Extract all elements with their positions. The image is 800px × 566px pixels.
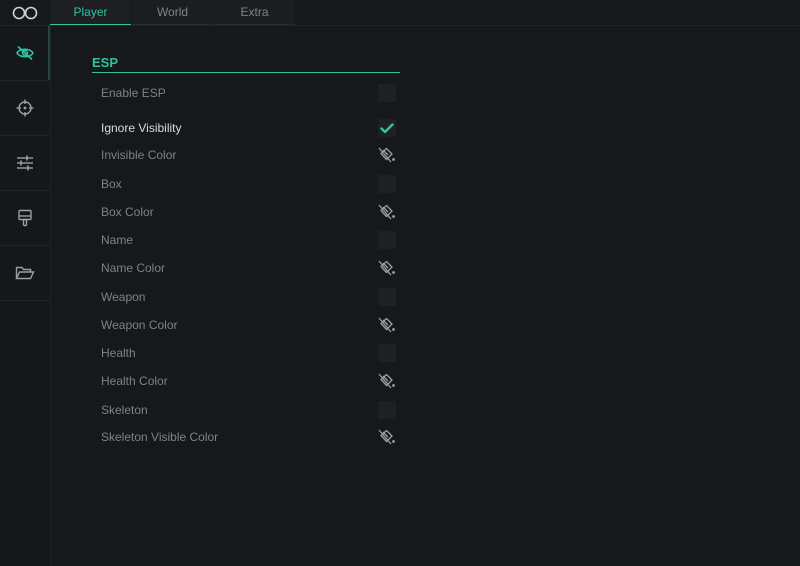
app-window: Player World Extra ESP Enable ESP Ignore… xyxy=(0,0,800,566)
setting-label: Health xyxy=(101,346,136,360)
setting-row-enable-esp: Enable ESP xyxy=(101,82,396,104)
weapon-color-picker[interactable] xyxy=(377,315,397,335)
setting-row-name: Name xyxy=(101,229,396,251)
enable-esp-checkbox[interactable] xyxy=(378,84,396,102)
tab-bar: Player World Extra xyxy=(50,0,296,25)
health-checkbox[interactable] xyxy=(378,344,396,362)
setting-row-invisible-color: Invisible Color xyxy=(101,144,396,166)
name-checkbox[interactable] xyxy=(378,231,396,249)
tab-extra[interactable]: Extra xyxy=(214,0,295,25)
paint-bucket-off-icon xyxy=(378,147,395,163)
setting-label: Ignore Visibility xyxy=(101,121,182,135)
setting-label: Name xyxy=(101,233,134,247)
paint-brush-icon xyxy=(17,209,32,227)
eye-off-icon xyxy=(15,45,34,61)
setting-row-name-color: Name Color xyxy=(101,257,396,279)
setting-label: Weapon Color xyxy=(101,318,178,332)
name-color-picker[interactable] xyxy=(377,258,397,278)
tab-player[interactable]: Player xyxy=(50,0,131,25)
paint-bucket-off-icon xyxy=(378,429,395,445)
checkmark-icon xyxy=(380,122,394,133)
setting-row-weapon: Weapon xyxy=(101,286,396,308)
setting-row-health-color: Health Color xyxy=(101,370,396,392)
paint-bucket-off-icon xyxy=(378,204,395,220)
sliders-icon xyxy=(16,155,33,171)
setting-label: Weapon xyxy=(101,290,146,304)
top-bar: Player World Extra xyxy=(0,0,800,26)
folder-open-icon xyxy=(14,266,35,280)
setting-label: Box Color xyxy=(101,205,154,219)
setting-row-ignore-visibility: Ignore Visibility xyxy=(101,117,396,139)
logo xyxy=(0,0,50,25)
sidebar-item-aim[interactable] xyxy=(0,81,49,136)
setting-row-skeleton: Skeleton xyxy=(101,399,396,421)
setting-label: Skeleton Visible Color xyxy=(101,430,219,444)
setting-row-weapon-color: Weapon Color xyxy=(101,314,396,336)
setting-row-health: Health xyxy=(101,342,396,364)
main-panel: ESP Enable ESP Ignore Visibility Invisib… xyxy=(51,26,800,566)
setting-label: Health Color xyxy=(101,374,168,388)
setting-row-box: Box xyxy=(101,173,396,195)
box-color-picker[interactable] xyxy=(377,202,397,222)
box-checkbox[interactable] xyxy=(378,175,396,193)
crosshair-icon xyxy=(16,99,33,117)
paint-bucket-off-icon xyxy=(378,317,395,333)
paint-bucket-off-icon xyxy=(378,373,395,389)
skeleton-visible-color-picker[interactable] xyxy=(377,427,397,447)
skeleton-checkbox[interactable] xyxy=(378,401,396,419)
section-divider xyxy=(92,72,400,73)
setting-row-box-color: Box Color xyxy=(101,201,396,223)
setting-row-skeleton-visible-color: Skeleton Visible Color xyxy=(101,426,396,448)
section-title: ESP xyxy=(92,55,119,70)
sidebar xyxy=(0,26,51,566)
sidebar-item-esp[interactable] xyxy=(0,26,50,81)
setting-label: Skeleton xyxy=(101,403,148,417)
sidebar-item-configs[interactable] xyxy=(0,246,49,301)
infinity-logo-icon xyxy=(12,6,38,19)
ignore-visibility-checkbox[interactable] xyxy=(378,119,396,137)
sidebar-item-visuals[interactable] xyxy=(0,191,49,246)
setting-label: Box xyxy=(101,177,122,191)
setting-label: Invisible Color xyxy=(101,148,177,162)
setting-label: Name Color xyxy=(101,261,166,275)
paint-bucket-off-icon xyxy=(378,260,395,276)
sidebar-item-settings[interactable] xyxy=(0,136,49,191)
setting-label: Enable ESP xyxy=(101,86,166,100)
health-color-picker[interactable] xyxy=(377,371,397,391)
tab-world[interactable]: World xyxy=(132,0,213,25)
invisible-color-picker[interactable] xyxy=(377,145,397,165)
weapon-checkbox[interactable] xyxy=(378,288,396,306)
